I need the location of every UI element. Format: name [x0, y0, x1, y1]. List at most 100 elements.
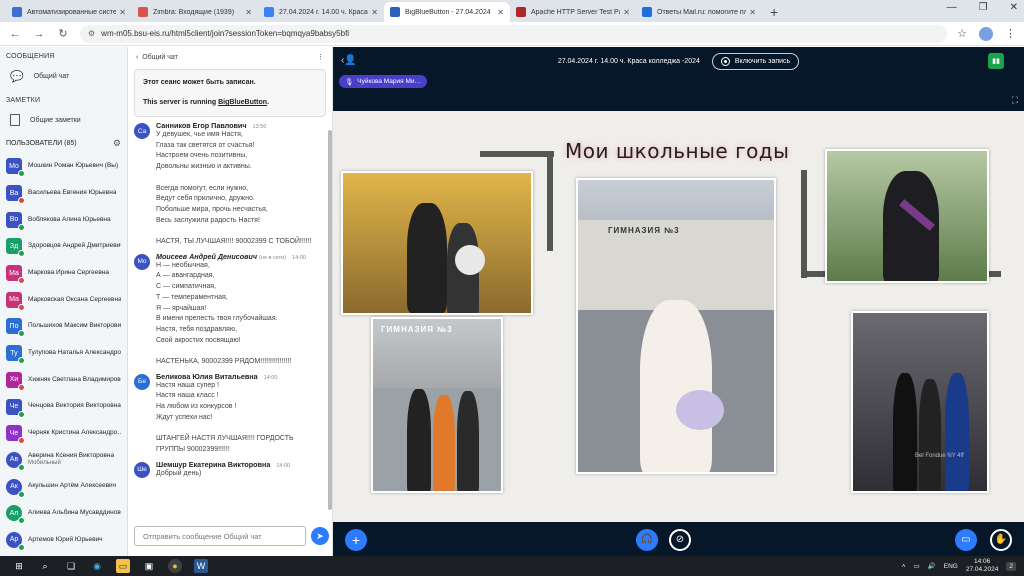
chat-message-input[interactable]: Отправить сообщение Общий чат: [134, 526, 306, 546]
volume-icon[interactable]: 🔊: [928, 562, 936, 570]
chat-scrollbar[interactable]: [328, 130, 332, 510]
browser-tab[interactable]: Zimbra: Входящие (1939) ✕: [132, 2, 258, 22]
message-line: Глаза так светятся от счастья!: [156, 141, 255, 149]
file-explorer-icon[interactable]: ▭: [116, 559, 130, 573]
tab-close-icon[interactable]: ✕: [245, 8, 252, 17]
tab-close-icon[interactable]: ✕: [497, 8, 504, 17]
word-icon[interactable]: W: [194, 559, 208, 573]
presentation-toggle-button[interactable]: ▭: [955, 528, 977, 551]
bbb-link[interactable]: BigBlueButton: [218, 99, 267, 106]
message-author-row: Шемшур Екатерина Викторовна 14:00: [156, 460, 322, 469]
chat-options-icon[interactable]: ⋮: [317, 53, 324, 61]
user-list-item[interactable]: Зд Здоровцов Андрей Дмитриевич: [0, 233, 127, 260]
audio-headphones-button[interactable]: 🎧: [636, 528, 658, 551]
message-line: На любом из конкурсов !: [156, 403, 237, 411]
clock-time: 14:06: [973, 558, 991, 565]
browser-tab[interactable]: Автоматизированные систе… ✕: [6, 2, 132, 22]
message-time: 14:00: [276, 462, 291, 469]
toggle-userlist-icon[interactable]: ‹👤: [341, 55, 357, 66]
bouquet: [676, 390, 724, 430]
network-icon[interactable]: ▭: [913, 562, 919, 570]
actions-plus-button[interactable]: +: [345, 528, 367, 551]
public-chat-link[interactable]: 💬 Общий чат: [0, 64, 127, 89]
maximize-icon[interactable]: ❐: [979, 2, 988, 13]
microphone-icon: 🎙: [345, 78, 354, 86]
user-list-item[interactable]: Ма Марковская Оксана Сергеевна: [0, 286, 127, 313]
raise-hand-button[interactable]: ✋: [990, 528, 1012, 551]
record-button[interactable]: Включить запись: [711, 52, 800, 70]
user-list-item[interactable]: Ак Акульшин Артём Алексеевич: [0, 473, 127, 500]
chat-message: Бе Беликова Юлия Витальевна 14:00 Настя наш…: [128, 370, 328, 458]
message-author: Санников Егор Павлович: [156, 121, 247, 130]
new-tab-button[interactable]: +: [762, 2, 786, 22]
browser-tab[interactable]: Ответы Mail.ru: помогите пл… ✕: [636, 2, 762, 22]
user-list-item[interactable]: Хи Хижняк Светлана Владимиров…: [0, 367, 127, 394]
bookmark-star-icon[interactable]: ☆: [957, 27, 967, 40]
shared-notes-link[interactable]: Общие заметки: [0, 108, 127, 132]
user-list-item[interactable]: По Польшихов Максим Викторович: [0, 313, 127, 340]
search-icon[interactable]: ⌕: [38, 559, 52, 573]
connection-status-icon[interactable]: ▮▮: [988, 53, 1004, 69]
user-list-item[interactable]: Ма Маркова Ирина Сергеевна: [0, 260, 127, 287]
tab-close-icon[interactable]: ✕: [623, 8, 630, 17]
url-field[interactable]: ⚙ wm-m05.bsu-eis.ru/html5client/join?ses…: [80, 24, 948, 43]
tab-close-icon[interactable]: ✕: [119, 8, 126, 17]
user-name-wrap: Марковская Оксана Сергеевна: [28, 296, 121, 304]
slide-title: Мои школьные годы: [565, 139, 790, 163]
user-initials: По: [9, 322, 19, 330]
user-list-item[interactable]: Ал Алиева Альбина Мусавддинов…: [0, 500, 127, 527]
message-line: НАСТЕНЬКА, 90002399 РЯДОМ!!!!!!!!!!!!!!!…: [156, 358, 292, 366]
browser-tab[interactable]: 27.04.2024 г. 14.00 ч. Краса к…✕: [258, 2, 384, 22]
user-status-dot: [18, 517, 25, 525]
browser-menu-icon[interactable]: ⋮: [1005, 27, 1016, 40]
notes-section-title: ЗАМЕТКИ: [6, 97, 41, 104]
close-window-icon[interactable]: ✕: [1010, 2, 1018, 13]
task-view-icon[interactable]: ❏: [64, 559, 78, 573]
notification-badge[interactable]: 2: [1006, 561, 1016, 571]
profile-avatar[interactable]: [979, 26, 993, 41]
message-line: Весь заслужила радость Настя!: [156, 216, 260, 224]
users-settings-gear-icon[interactable]: ⚙: [113, 138, 121, 149]
site-info-icon[interactable]: ⚙: [88, 29, 95, 38]
tab-title: Zimbra: Входящие (1939): [153, 8, 235, 16]
user-list-item[interactable]: Че Ченцова Виктория Викторовна: [0, 393, 127, 420]
windows-start-icon[interactable]: ⊞: [12, 559, 26, 573]
user-list-item[interactable]: Ва Васильева Евгения Юрьевна: [0, 180, 127, 207]
user-list-item[interactable]: Ту Тулупова Наталья Александро…: [0, 340, 127, 367]
user-list-item[interactable]: Мо Мошкин Роман Юрьевич (Вы): [0, 153, 127, 180]
browser-tab[interactable]: BigBlueButton - 27.04.2024 ✕: [384, 2, 510, 22]
system-tray: ˄ ▭ 🔊 ENG 14:06 27.04.2024 2: [902, 556, 1016, 576]
edge-browser-icon[interactable]: ◉: [90, 559, 104, 573]
chat-messages: Са Санников Егор Павлович 13:56 У девушек, …: [128, 119, 328, 517]
photo-gymnasium-girl: ГИМНАЗИЯ №3: [576, 178, 776, 474]
clock[interactable]: 14:06 27.04.2024: [966, 558, 999, 574]
language-indicator[interactable]: ENG: [944, 563, 958, 570]
user-list-item[interactable]: Ав Аверина Ксения Викторовна Мобильный: [0, 447, 127, 474]
message-initials: Бе: [138, 378, 146, 386]
user-list-item[interactable]: Во Воблякова Алина Юрьевна: [0, 206, 127, 233]
tray-chevron-icon[interactable]: ˄: [902, 563, 906, 570]
fullscreen-icon[interactable]: ⛶: [1012, 95, 1018, 106]
talking-indicator[interactable]: 🎙 Чуйкова Мария Ми…: [339, 75, 428, 88]
screen-share-off-button[interactable]: ⊘: [669, 528, 691, 551]
user-avatar: Хи: [6, 371, 25, 391]
hide-chat-button[interactable]: ‹ Общий чат: [136, 54, 178, 61]
tab-close-icon[interactable]: ✕: [371, 8, 378, 17]
reload-icon[interactable]: ↻: [56, 27, 70, 40]
back-icon[interactable]: ←: [8, 28, 22, 40]
user-list-item[interactable]: Че Черняк Кристина Александро…: [0, 420, 127, 447]
user-list-item[interactable]: Ар Артемов Юрий Юрьевич: [0, 527, 127, 554]
send-message-button[interactable]: ➤: [311, 527, 329, 545]
user-status-dot: [18, 463, 25, 471]
store-icon[interactable]: ▣: [142, 559, 156, 573]
tab-close-icon[interactable]: ✕: [749, 8, 756, 17]
globe: [455, 245, 485, 275]
chrome-icon[interactable]: ●: [168, 559, 182, 573]
tab-favicon-icon: [138, 7, 148, 17]
message-line: У девушек, чье имя Настя,: [156, 131, 243, 138]
message-author: Шемшур Екатерина Викторовна: [156, 459, 271, 469]
minimize-icon[interactable]: —: [947, 2, 957, 13]
forward-icon[interactable]: →: [32, 28, 46, 40]
message-body: Беликова Юлия Витальевна 14:00 Настя наша …: [156, 372, 322, 456]
browser-tab[interactable]: Apache HTTP Server Test Page✕: [510, 2, 636, 22]
